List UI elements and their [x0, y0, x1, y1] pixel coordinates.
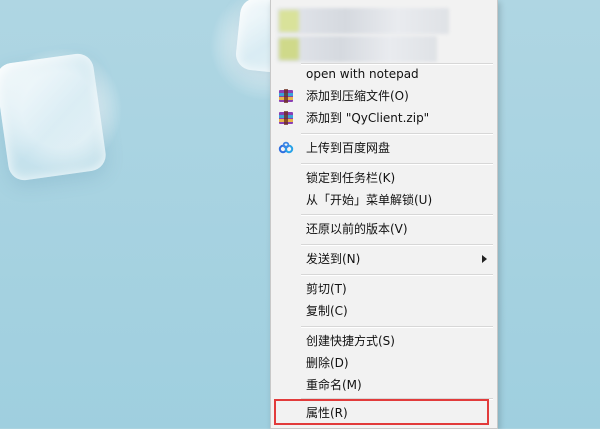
menu-item-rename[interactable]: 重命名(M) — [271, 374, 497, 396]
menu-item-label: 添加到压缩文件(O) — [306, 89, 409, 103]
menu-item-upload-baidu[interactable]: 上传到百度网盘 — [271, 137, 497, 159]
menu-item-label: 创建快捷方式(S) — [306, 334, 395, 348]
menu-item-label: 重命名(M) — [306, 378, 362, 392]
context-menu: open with notepad 添加到压缩文件(O) 添加到 "QyClie… — [270, 0, 498, 429]
blurred-menu-row — [277, 36, 437, 62]
menu-item-label: 发送到(N) — [306, 252, 361, 266]
baidu-netdisk-icon — [278, 140, 294, 156]
menu-item-label: 还原以前的版本(V) — [306, 222, 408, 236]
menu-item-cut[interactable]: 剪切(T) — [271, 278, 497, 300]
menu-separator — [301, 214, 493, 216]
winrar-archive-icon — [278, 110, 294, 126]
blurred-menu-row — [277, 8, 449, 34]
menu-item-create-shortcut[interactable]: 创建快捷方式(S) — [271, 330, 497, 352]
menu-item-label: 从「开始」菜单解锁(U) — [306, 193, 433, 207]
menu-item-unpin-start[interactable]: 从「开始」菜单解锁(U) — [271, 189, 497, 211]
highlight-annotation-box — [274, 399, 489, 425]
menu-item-label: open with notepad — [306, 67, 419, 81]
menu-item-send-to[interactable]: 发送到(N) — [271, 248, 497, 270]
menu-item-label: 删除(D) — [306, 356, 349, 370]
submenu-arrow-icon — [482, 255, 487, 263]
menu-item-add-to-zip[interactable]: 添加到 "QyClient.zip" — [271, 107, 497, 129]
menu-separator — [301, 133, 493, 135]
winrar-archive-icon — [278, 88, 294, 104]
menu-item-label: 添加到 "QyClient.zip" — [306, 111, 430, 125]
menu-item-restore-versions[interactable]: 还原以前的版本(V) — [271, 218, 497, 240]
menu-separator — [301, 274, 493, 276]
menu-item-label: 剪切(T) — [306, 282, 347, 296]
menu-item-label: 复制(C) — [306, 304, 348, 318]
menu-separator — [301, 244, 493, 246]
menu-item-label: 锁定到任务栏(K) — [306, 171, 396, 185]
menu-separator — [301, 326, 493, 328]
menu-item-open-with-notepad[interactable]: open with notepad — [271, 63, 497, 85]
menu-item-add-to-archive[interactable]: 添加到压缩文件(O) — [271, 85, 497, 107]
menu-separator — [301, 163, 493, 165]
ice-cube-decoration — [0, 51, 108, 183]
menu-item-label: 上传到百度网盘 — [306, 141, 391, 155]
menu-item-pin-taskbar[interactable]: 锁定到任务栏(K) — [271, 167, 497, 189]
menu-item-copy[interactable]: 复制(C) — [271, 300, 497, 322]
menu-item-delete[interactable]: 删除(D) — [271, 352, 497, 374]
